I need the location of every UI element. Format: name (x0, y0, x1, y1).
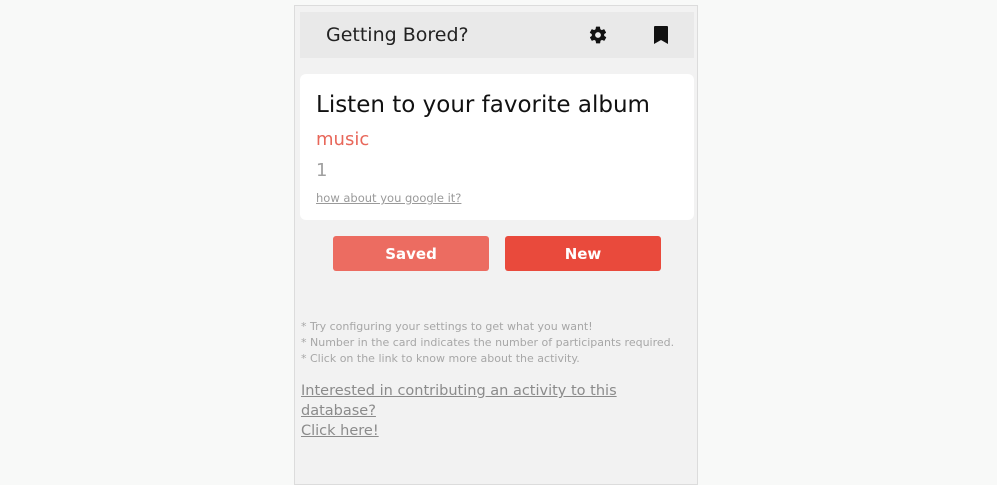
new-button[interactable]: New (505, 236, 661, 271)
page-title: Getting Bored? (326, 24, 469, 46)
note-line: * Number in the card indicates the numbe… (301, 336, 675, 349)
contribute-link[interactable]: Interested in contributing an activity t… (301, 381, 696, 441)
settings-button[interactable] (587, 24, 609, 46)
contribute-click-here: Click here! (301, 423, 379, 439)
note-line: * Try configuring your settings to get w… (301, 320, 593, 333)
activity-title: Listen to your favorite album (316, 92, 650, 118)
saved-list-button[interactable] (650, 24, 672, 46)
app-container: Getting Bored? Listen to your favorite a… (294, 5, 698, 485)
help-notes: * Try configuring your settings to get w… (301, 319, 696, 367)
note-line: * Click on the link to know more about t… (301, 352, 580, 365)
header-bar: Getting Bored? (300, 12, 694, 58)
saved-button[interactable]: Saved (333, 236, 489, 271)
bookmark-icon (654, 26, 668, 44)
activity-card: Listen to your favorite album music 1 ho… (300, 74, 694, 220)
google-link[interactable]: how about you google it? (316, 191, 461, 205)
gear-icon (589, 26, 607, 44)
activity-type: music (316, 129, 370, 150)
contribute-text: Interested in contributing an activity t… (301, 383, 617, 419)
participants-count: 1 (316, 160, 328, 181)
